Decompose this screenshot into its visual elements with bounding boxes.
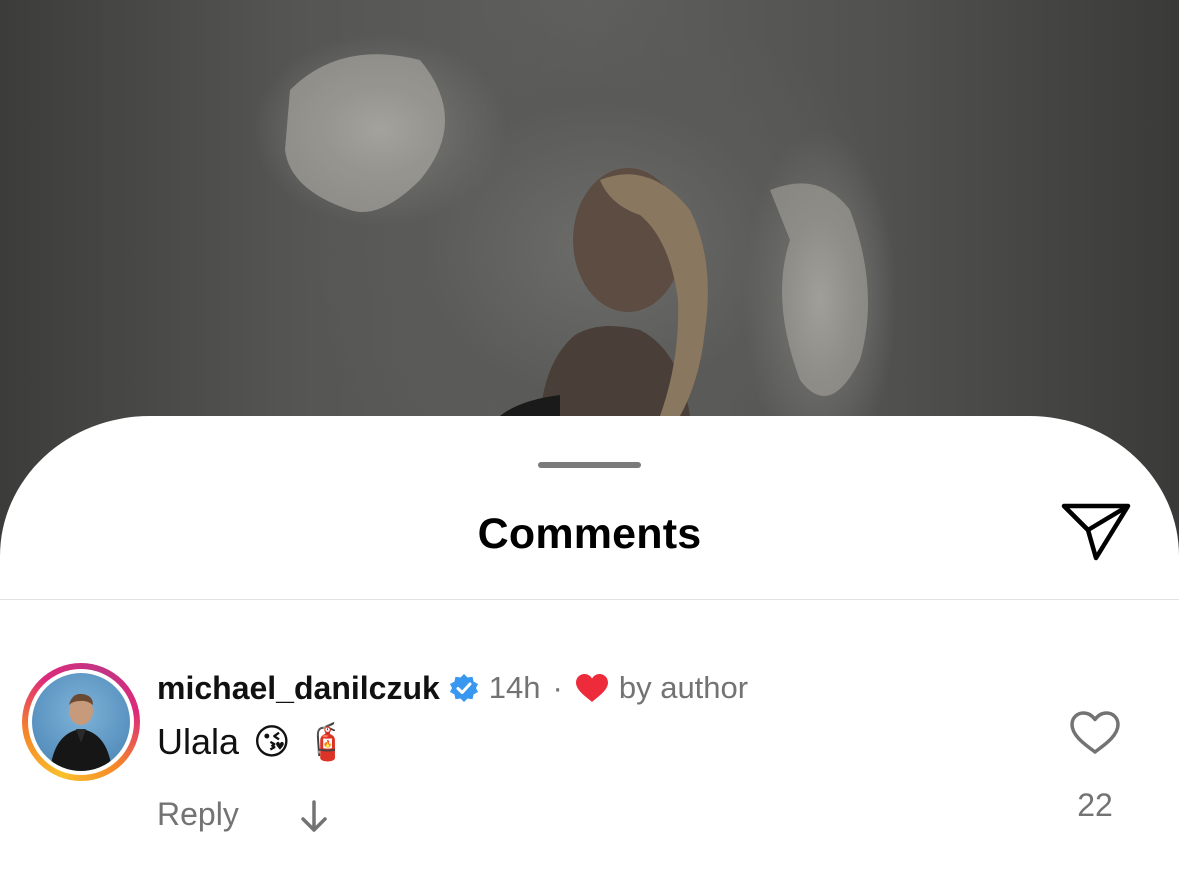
verified-badge-icon <box>449 674 478 702</box>
arrow-down-icon[interactable] <box>298 796 330 836</box>
share-button[interactable] <box>1058 500 1134 564</box>
like-heart-icon[interactable] <box>1069 710 1121 756</box>
comment-timestamp: 14h <box>488 670 541 705</box>
comment-body: Ulala 😘 🧯 <box>157 718 349 766</box>
avatar-person-figure <box>50 693 112 771</box>
meta-separator: · <box>552 670 563 705</box>
liked-by-author-label: by author <box>618 670 749 705</box>
fire-extinguisher-emoji: 🧯 <box>304 721 350 762</box>
post-comments-screen: Comments michael_danilczuk 14h · by auth… <box>0 0 1179 881</box>
comment-username[interactable]: michael_danilczuk <box>157 670 440 707</box>
avatar <box>32 673 130 771</box>
author-liked-heart-icon <box>575 674 608 702</box>
like-count: 22 <box>1077 787 1113 823</box>
sheet-drag-handle[interactable] <box>538 462 641 468</box>
avatar-story-ring[interactable] <box>22 663 140 781</box>
comment-header: michael_danilczuk 14h · by author <box>157 668 748 708</box>
kissing-face-emoji: 😘 <box>253 721 291 762</box>
reply-button[interactable]: Reply <box>157 796 239 833</box>
comments-sheet: Comments michael_danilczuk 14h · by auth… <box>0 416 1179 881</box>
paper-plane-icon <box>1061 503 1131 561</box>
sheet-title: Comments <box>477 510 702 558</box>
comment-text: Ulala <box>157 721 240 762</box>
header-divider <box>0 599 1179 600</box>
